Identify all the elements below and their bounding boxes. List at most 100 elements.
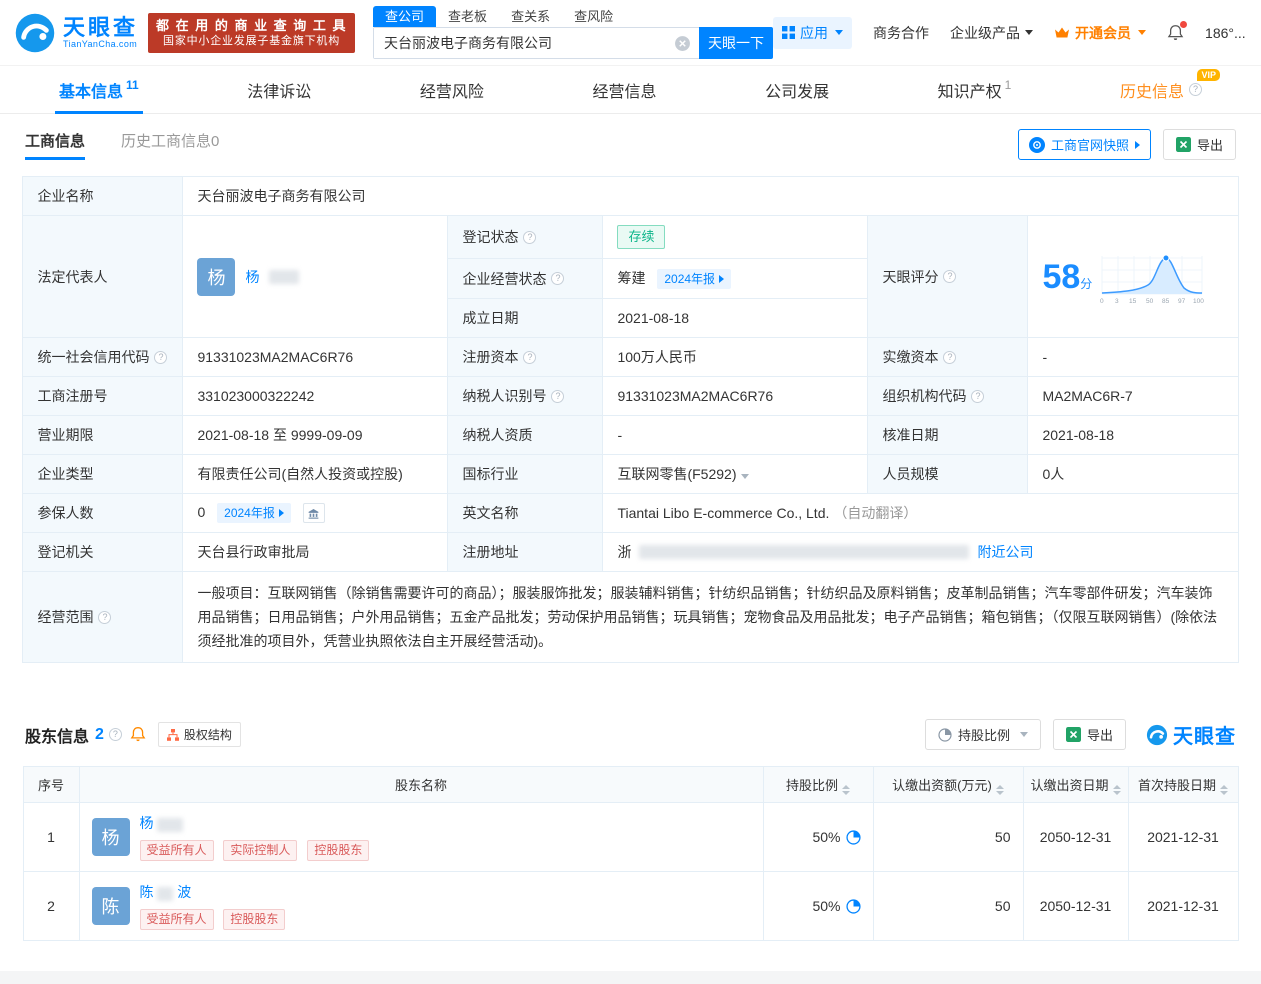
help-icon[interactable]: ?: [943, 270, 956, 283]
menu-vip[interactable]: 开通会员: [1054, 23, 1146, 43]
help-icon[interactable]: ?: [1189, 83, 1202, 96]
help-icon[interactable]: ?: [943, 351, 956, 364]
search-tab-risk[interactable]: 查风险: [562, 6, 625, 27]
search-input[interactable]: [374, 28, 699, 58]
menu-vip-label: 开通会员: [1075, 23, 1131, 43]
field-label: 核准日期: [868, 416, 1028, 455]
search-tab-boss[interactable]: 查老板: [436, 6, 499, 27]
taxpayer-id-value: 91331023MA2MAC6R76: [603, 377, 868, 416]
field-label: 参保人数: [23, 494, 183, 533]
tab-history-info[interactable]: 历史信息 ? VIP: [1116, 66, 1206, 113]
help-icon[interactable]: ?: [551, 272, 564, 285]
subscribe-date-cell: 2050-12-31: [1023, 803, 1128, 872]
tag-controlling-shareholder[interactable]: 控股股东: [223, 909, 285, 930]
annual-report-tag[interactable]: 2024年报: [657, 269, 731, 289]
holding-ratio-filter[interactable]: 持股比例: [925, 719, 1041, 750]
table-row: 营业期限 2021-08-18 至 9999-09-09 纳税人资质 - 核准日…: [23, 416, 1238, 455]
col-first-holding-date[interactable]: 首次持股日期: [1128, 767, 1238, 803]
sort-icon[interactable]: [842, 785, 850, 795]
tab-label: 知识产权: [938, 78, 1002, 102]
annual-report-tag[interactable]: 2024年报: [217, 503, 291, 523]
equity-structure-button[interactable]: 股权结构: [158, 722, 241, 747]
legal-rep-name-link[interactable]: 杨: [245, 267, 259, 287]
shareholder-name-link[interactable]: 波: [177, 884, 191, 900]
tab-badge: 1: [1005, 78, 1012, 92]
search-button[interactable]: 天眼一下: [699, 27, 773, 59]
subtab-history-business-info[interactable]: 历史工商信息0: [121, 130, 219, 160]
svg-text:0: 0: [1100, 298, 1104, 305]
col-subscribed-amount[interactable]: 认缴出资额(万元): [873, 767, 1023, 803]
clear-icon[interactable]: [674, 35, 691, 52]
help-icon[interactable]: ?: [971, 390, 984, 403]
tianyancha-watermark: 天眼查: [1146, 720, 1236, 749]
chevron-down-icon: [1020, 732, 1028, 737]
nearby-companies-link[interactable]: 附近公司: [977, 542, 1033, 562]
tag-controlling-shareholder[interactable]: 控股股东: [307, 840, 369, 861]
official-snapshot-button[interactable]: 工商官网快照: [1018, 129, 1151, 160]
search-tab-company[interactable]: 查公司: [373, 6, 436, 27]
business-term-value: 2021-08-18 至 9999-09-09: [183, 416, 448, 455]
tab-intellectual-property[interactable]: 知识产权1: [934, 66, 1016, 113]
tab-company-development[interactable]: 公司发展: [761, 66, 833, 113]
industry-value[interactable]: 互联网零售(F5292): [603, 455, 868, 494]
help-icon[interactable]: ?: [523, 351, 536, 364]
svg-text:100: 100: [1193, 298, 1204, 305]
svg-text:97: 97: [1178, 298, 1186, 305]
col-index: 序号: [23, 767, 79, 803]
promo-banner-line1: 都 在 用 的 商 业 查 询 工 具: [156, 18, 347, 34]
pie-chart-icon[interactable]: [846, 830, 861, 845]
shareholder-name-link[interactable]: 杨: [140, 815, 154, 831]
tab-label: 法律诉讼: [247, 78, 311, 102]
user-account[interactable]: 186°...: [1205, 25, 1246, 41]
notification-dot: [1180, 21, 1187, 28]
tianyancha-logo[interactable]: 天眼查 TianYanCha.com: [14, 12, 138, 54]
tab-badge: 11: [126, 78, 139, 92]
tag-actual-controller[interactable]: 实际控制人: [223, 840, 297, 861]
help-icon[interactable]: ?: [523, 231, 536, 244]
sort-icon[interactable]: [996, 785, 1004, 795]
apps-menu[interactable]: 应用: [773, 17, 852, 49]
search-input-wrap: [373, 27, 699, 59]
crown-icon: [1054, 26, 1070, 39]
help-icon[interactable]: ?: [109, 728, 122, 741]
tab-legal-litigation[interactable]: 法律诉讼: [243, 66, 315, 113]
tag-beneficial-owner[interactable]: 受益所有人: [140, 840, 214, 861]
menu-cooperation[interactable]: 商务合作: [873, 23, 929, 43]
tab-label: 公司发展: [765, 78, 829, 102]
export-button[interactable]: 导出: [1163, 129, 1236, 160]
field-label: 企业经营状态?: [448, 259, 603, 299]
legal-rep-avatar[interactable]: 杨: [197, 258, 235, 296]
social-insurance-icon[interactable]: [303, 503, 325, 523]
tab-operation-info[interactable]: 经营信息: [588, 66, 660, 113]
table-header-row: 序号 股东名称 持股比例 认缴出资额(万元) 认缴出资日期 首次持股日期: [23, 767, 1238, 803]
sort-icon[interactable]: [1113, 785, 1121, 795]
business-info-subnav: 工商信息 历史工商信息0 工商官网快照 导出: [0, 114, 1261, 168]
sort-icon[interactable]: [1220, 785, 1228, 795]
export-label: 导出: [1087, 725, 1113, 744]
shareholder-avatar[interactable]: 陈: [92, 887, 130, 925]
tab-operation-risk[interactable]: 经营风险: [416, 66, 488, 113]
shareholder-avatar[interactable]: 杨: [92, 818, 130, 856]
shareholder-name-link[interactable]: 陈: [140, 884, 154, 900]
col-subscribe-date[interactable]: 认缴出资日期: [1023, 767, 1128, 803]
reg-address-value: 浙 附近公司: [603, 533, 1238, 572]
monitor-bell-icon[interactable]: [130, 726, 146, 743]
search-tab-relation[interactable]: 查关系: [499, 6, 562, 27]
company-nav-tabs: 基本信息11 法律诉讼 经营风险 经营信息 公司发展 知识产权1 历史信息 ? …: [0, 66, 1261, 114]
notification-bell[interactable]: [1167, 24, 1184, 42]
export-button[interactable]: 导出: [1053, 719, 1126, 750]
help-icon[interactable]: ?: [551, 390, 564, 403]
col-holding-ratio[interactable]: 持股比例: [763, 767, 873, 803]
subtab-business-info[interactable]: 工商信息: [25, 130, 85, 160]
tag-beneficial-owner[interactable]: 受益所有人: [140, 909, 214, 930]
grid-icon: [782, 26, 795, 39]
menu-enterprise[interactable]: 企业级产品: [950, 23, 1033, 43]
pie-chart-icon[interactable]: [846, 899, 861, 914]
help-icon[interactable]: ?: [98, 611, 111, 624]
help-icon[interactable]: ?: [154, 351, 167, 364]
legal-rep-cell: 杨 杨: [183, 216, 448, 338]
table-row: 登记机关 天台县行政审批局 注册地址 浙 附近公司: [23, 533, 1238, 572]
tab-basic-info[interactable]: 基本信息11: [55, 66, 143, 113]
company-name-value: 天台丽波电子商务有限公司: [183, 177, 1238, 216]
field-label: 营业期限: [23, 416, 183, 455]
